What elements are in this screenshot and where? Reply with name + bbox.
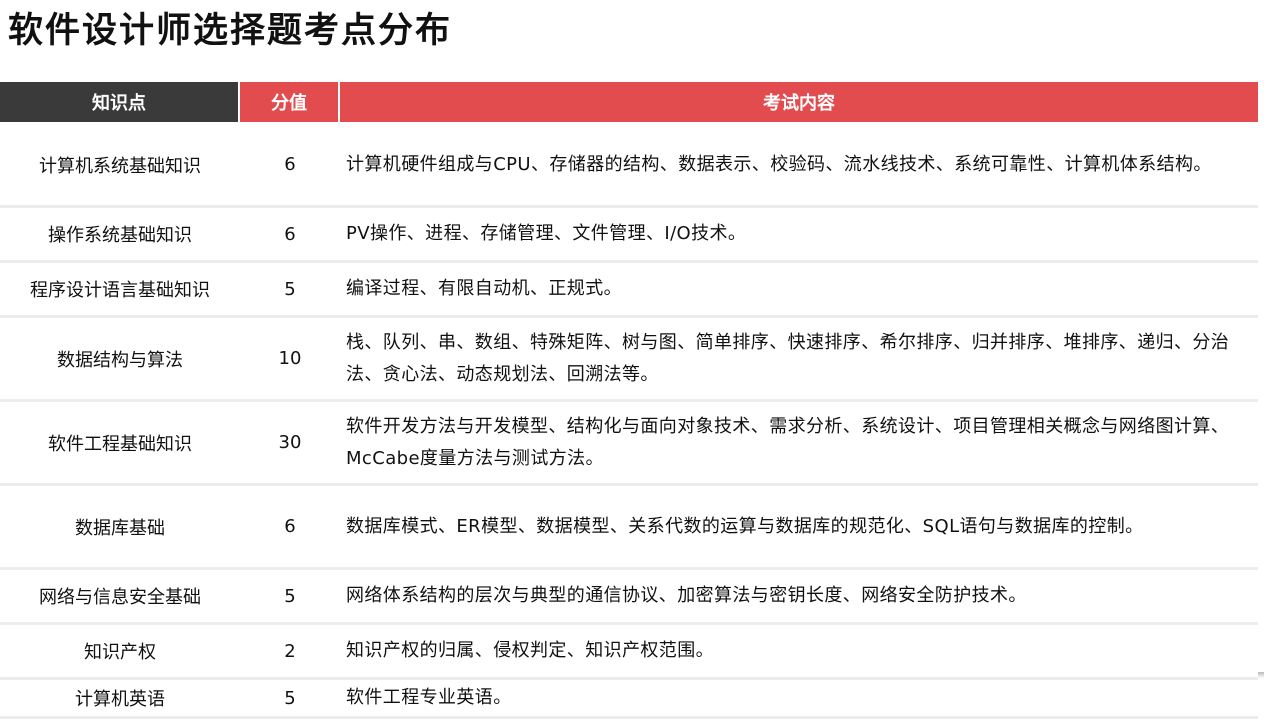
score-cell: 6 <box>240 486 340 570</box>
table-row: 数据库基础 6 数据库模式、ER模型、数据模型、关系代数的运算与数据库的规范化、… <box>0 486 1258 570</box>
knowledge-area-cell: 程序设计语言基础知识 <box>0 263 240 318</box>
score-cell: 30 <box>240 402 340 486</box>
exam-content-cell: 编译过程、有限自动机、正规式。 <box>340 263 1258 318</box>
score-cell: 5 <box>240 570 340 625</box>
score-cell: 6 <box>240 208 340 263</box>
table-row: 软件工程基础知识 30 软件开发方法与开发模型、结构化与面向对象技术、需求分析、… <box>0 402 1258 486</box>
table-row: 数据结构与算法 10 栈、队列、串、数组、特殊矩阵、树与图、简单排序、快速排序、… <box>0 318 1258 402</box>
knowledge-area-cell: 操作系统基础知识 <box>0 208 240 263</box>
exam-content-cell: 软件工程专业英语。 <box>340 680 1258 719</box>
table-header-row: 知识点 分值 考试内容 <box>0 82 1258 124</box>
header-exam-content: 考试内容 <box>340 82 1258 124</box>
table-row: 程序设计语言基础知识 5 编译过程、有限自动机、正规式。 <box>0 263 1258 318</box>
knowledge-area-cell: 软件工程基础知识 <box>0 402 240 486</box>
table-row: 网络与信息安全基础 5 网络体系结构的层次与典型的通信协议、加密算法与密钥长度、… <box>0 570 1258 625</box>
score-cell: 5 <box>240 263 340 318</box>
exam-content-cell: 数据库模式、ER模型、数据模型、关系代数的运算与数据库的规范化、SQL语句与数据… <box>340 486 1258 570</box>
exam-content-cell: 软件开发方法与开发模型、结构化与面向对象技术、需求分析、系统设计、项目管理相关概… <box>340 402 1258 486</box>
exam-content-cell: 栈、队列、串、数组、特殊矩阵、树与图、简单排序、快速排序、希尔排序、归并排序、堆… <box>340 318 1258 402</box>
score-cell: 10 <box>240 318 340 402</box>
knowledge-area-cell: 计算机系统基础知识 <box>0 124 240 208</box>
page-title: 软件设计师选择题考点分布 <box>8 11 453 51</box>
exam-content-cell: 网络体系结构的层次与典型的通信协议、加密算法与密钥长度、网络安全防护技术。 <box>340 570 1258 625</box>
exam-content-cell: 计算机硬件组成与CPU、存储器的结构、数据表示、校验码、流水线技术、系统可靠性、… <box>340 124 1258 208</box>
header-knowledge-area: 知识点 <box>0 82 240 124</box>
knowledge-area-cell: 数据库基础 <box>0 486 240 570</box>
exam-content-cell: PV操作、进程、存储管理、文件管理、I/O技术。 <box>340 208 1258 263</box>
exam-topics-table-container: 知识点 分值 考试内容 计算机系统基础知识 6 计算机硬件组成与CPU、存储器的… <box>0 82 1264 719</box>
score-cell: 6 <box>240 124 340 208</box>
table-row: 计算机英语 5 软件工程专业英语。 <box>0 680 1258 719</box>
table-row: 操作系统基础知识 6 PV操作、进程、存储管理、文件管理、I/O技术。 <box>0 208 1258 263</box>
header-score: 分值 <box>240 82 340 124</box>
knowledge-area-cell: 计算机英语 <box>0 680 240 719</box>
score-cell: 5 <box>240 680 340 719</box>
knowledge-area-cell: 网络与信息安全基础 <box>0 570 240 625</box>
table-row: 计算机系统基础知识 6 计算机硬件组成与CPU、存储器的结构、数据表示、校验码、… <box>0 124 1258 208</box>
exam-topics-table: 知识点 分值 考试内容 计算机系统基础知识 6 计算机硬件组成与CPU、存储器的… <box>0 82 1258 719</box>
knowledge-area-cell: 数据结构与算法 <box>0 318 240 402</box>
